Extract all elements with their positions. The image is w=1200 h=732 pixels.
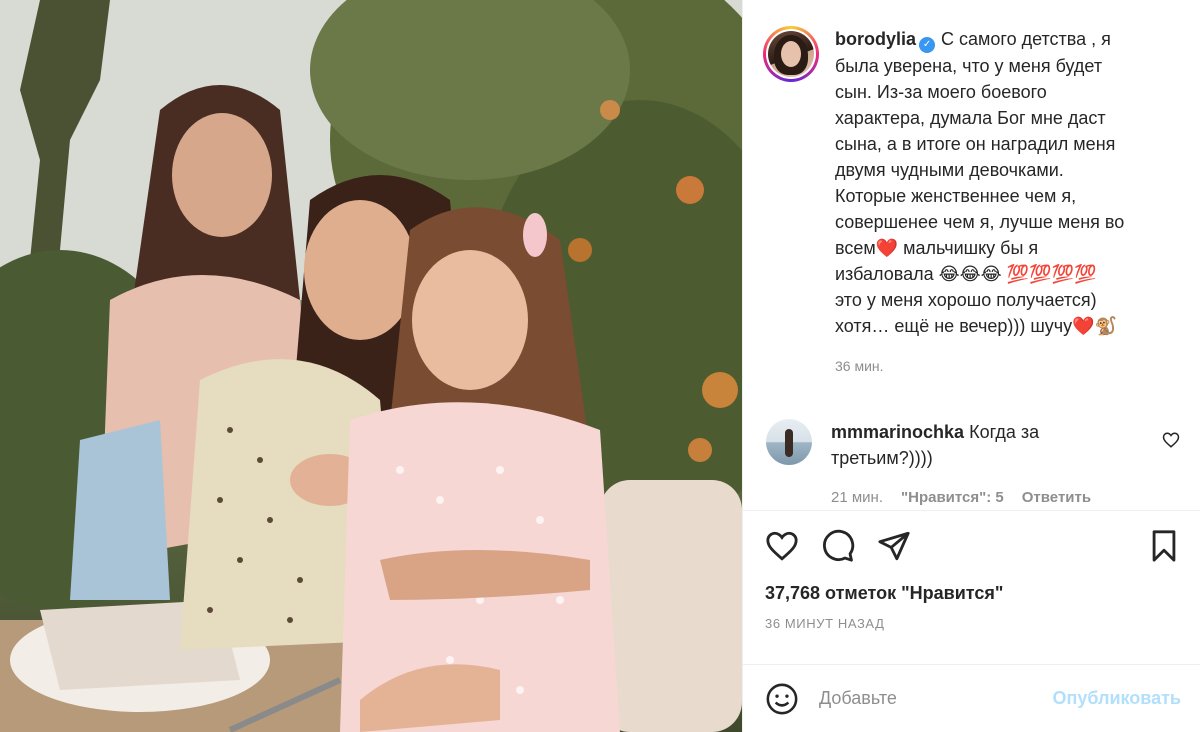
author-avatar[interactable] bbox=[763, 26, 819, 82]
author-username[interactable]: borodylia bbox=[835, 29, 916, 49]
post-side-panel: borodylia ✓ С самого детства , я была увер… bbox=[742, 0, 1200, 732]
caption-time[interactable]: 36 мин. bbox=[835, 353, 1153, 379]
paper-plane-icon[interactable] bbox=[877, 529, 911, 563]
comment-likes[interactable]: "Нравится": 5 bbox=[901, 489, 1004, 506]
comment-meta: 21 мин. "Нравится": 5 Ответить bbox=[831, 489, 1141, 506]
smiley-icon[interactable] bbox=[765, 682, 799, 716]
caption-line: это у меня хорошо получается) bbox=[835, 290, 1097, 310]
caption-line: Которые женственнее чем я, bbox=[835, 186, 1077, 206]
commenter-avatar[interactable] bbox=[766, 419, 812, 465]
caption-line: хотя… ещё не вечер))) шучу❤️🐒 bbox=[835, 316, 1117, 336]
instagram-post: borodylia ✓ С самого детства , я была увер… bbox=[0, 0, 1200, 732]
post-timestamp[interactable]: 36 МИНУТ НАЗАД bbox=[743, 604, 1200, 631]
comment-heart-icon[interactable] bbox=[1162, 431, 1180, 449]
publish-button[interactable]: Опубликовать bbox=[1052, 688, 1181, 709]
comment-item: mmmarinochka Когда за третьим?)))) 21 ми… bbox=[743, 379, 1200, 506]
caption-line: сына, а в итоге он наградил меня bbox=[835, 134, 1116, 154]
caption-line: избаловала 😂😂😂 💯💯💯💯 bbox=[835, 264, 1097, 284]
caption-text: borodylia ✓ С самого детства , я была увер… bbox=[835, 26, 1153, 379]
reply-button[interactable]: Ответить bbox=[1022, 489, 1091, 506]
caption-line: двумя чудными девочками. bbox=[835, 160, 1064, 180]
commenter-username[interactable]: mmmarinochka bbox=[831, 422, 964, 442]
post-actions-section: 37,768 отметок "Нравится" 36 МИНУТ НАЗАД bbox=[743, 510, 1200, 631]
caption-line: С самого детства , я bbox=[941, 29, 1111, 49]
comment-bubble-icon[interactable] bbox=[821, 529, 855, 563]
avatar-figure bbox=[785, 429, 793, 457]
comment-line: третьим?)))) bbox=[831, 448, 933, 468]
caption-section: borodylia ✓ С самого детства , я была увер… bbox=[743, 0, 1200, 379]
comment-text: mmmarinochka Когда за третьим?)))) bbox=[831, 419, 1141, 471]
verified-badge-icon: ✓ bbox=[919, 37, 936, 53]
comment-line: Когда за bbox=[969, 422, 1040, 442]
caption-line: характера, думала Бог мне даст bbox=[835, 108, 1106, 128]
comment-body: mmmarinochka Когда за третьим?)))) 21 ми… bbox=[831, 419, 1141, 506]
family-photo-illustration bbox=[0, 0, 742, 732]
comment-input[interactable] bbox=[819, 688, 1053, 709]
add-comment-bar: Опубликовать bbox=[743, 664, 1200, 732]
post-photo[interactable] bbox=[0, 0, 742, 732]
caption-line: совершенее чем я, лучше меня во bbox=[835, 212, 1125, 232]
avatar-face bbox=[781, 41, 801, 67]
heart-icon[interactable] bbox=[765, 529, 799, 563]
comment-time[interactable]: 21 мин. bbox=[831, 489, 883, 506]
bookmark-icon[interactable] bbox=[1147, 529, 1181, 563]
avatar-inner bbox=[766, 29, 816, 79]
likes-count[interactable]: 37,768 отметок "Нравится" bbox=[743, 561, 1200, 604]
caption-line: всем❤️ мальчишку бы я bbox=[835, 238, 1039, 258]
action-bar bbox=[743, 511, 1200, 563]
caption-line: была уверена, что у меня будет bbox=[835, 56, 1103, 76]
caption-line: сын. Из-за моего боевого bbox=[835, 82, 1047, 102]
avatar-image bbox=[768, 31, 814, 77]
